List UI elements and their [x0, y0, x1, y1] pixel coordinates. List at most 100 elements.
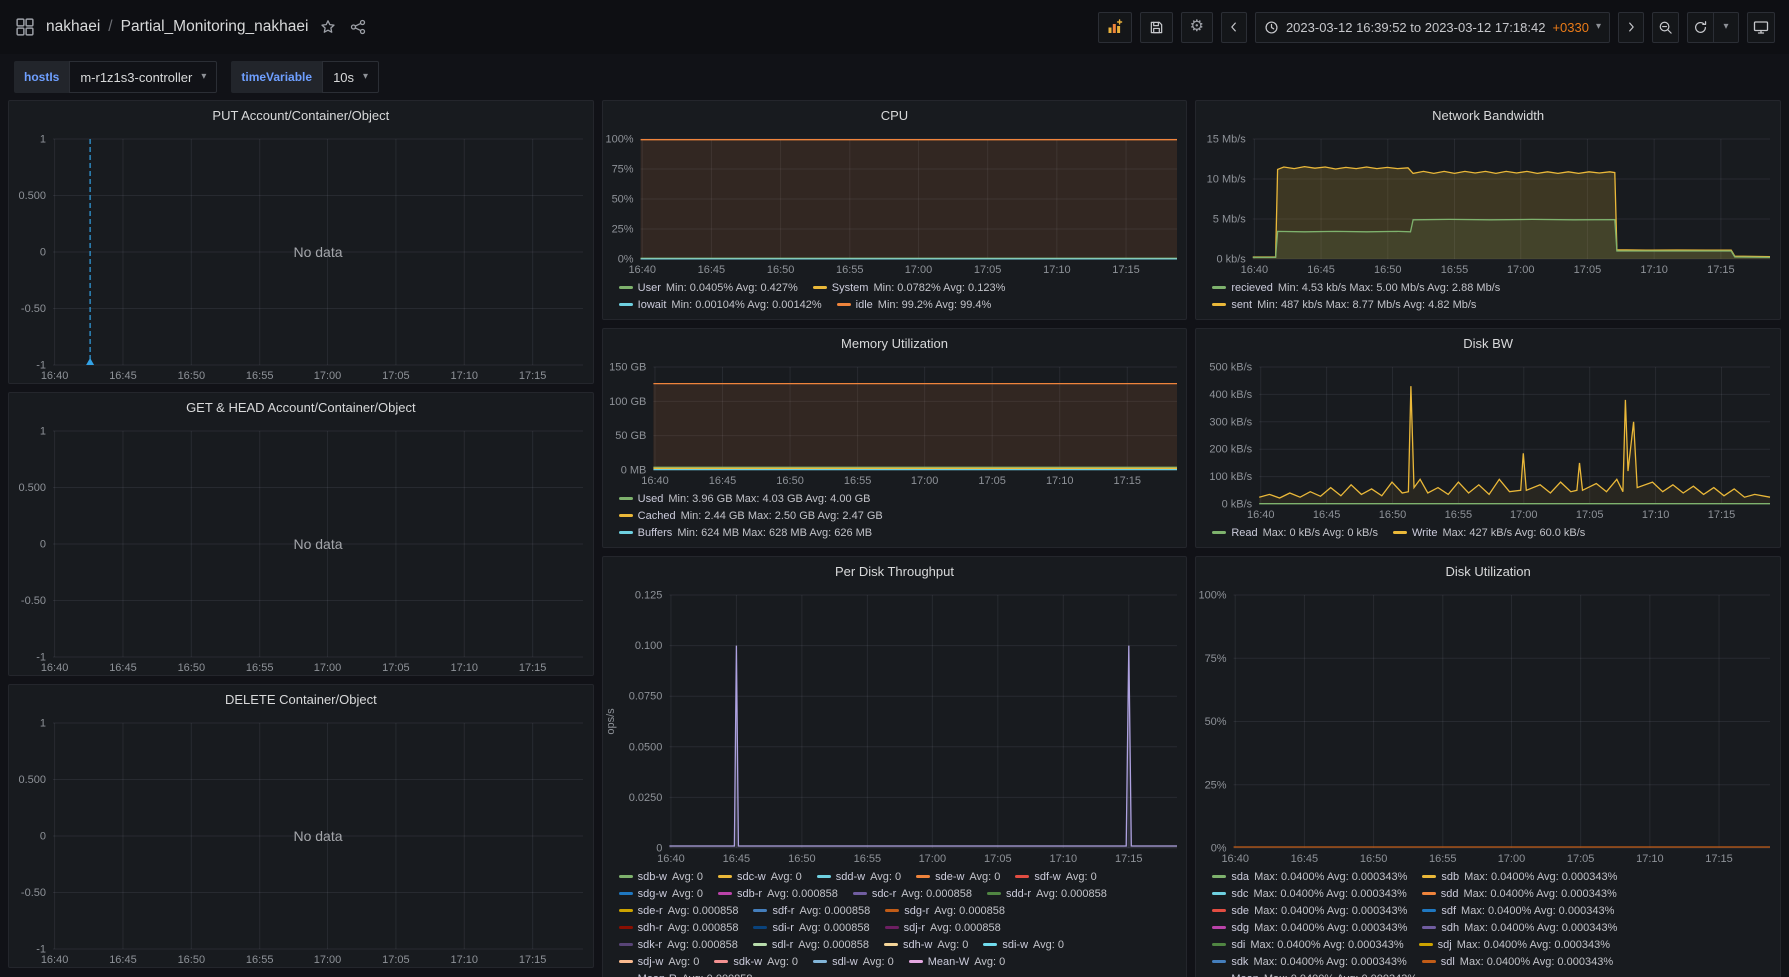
legend-item-sdh-r[interactable]: sdh-r Avg: 0.000858 [618, 922, 738, 934]
save-dashboard-button[interactable] [1139, 11, 1173, 43]
annotation-marker [86, 358, 95, 365]
cycle-view-mode-button[interactable] [1747, 11, 1775, 43]
legend-item-Buffers[interactable]: Buffers Min: 624 MB Max: 628 MB Avg: 626 … [618, 527, 872, 539]
dashboard-settings-button[interactable]: ⚙ [1180, 11, 1213, 43]
legend-item-Mean-R[interactable]: Mean-R Avg: 0.000858 [619, 973, 753, 977]
series-name: Iowait [637, 298, 667, 311]
refresh-interval-dropdown[interactable]: ▾ [1713, 11, 1739, 43]
legend-item-System[interactable]: System Min: 0.0782% Avg: 0.123% [812, 282, 1005, 294]
legend-item-sde-w[interactable]: sde-w Avg: 0 [916, 871, 1000, 883]
delete-chart[interactable]: 1 0.500 0 -0.50 -1 16:40 16:45 16:50 16:55 17:00 1… [9, 713, 593, 967]
breadcrumb-dashboard-title[interactable]: Partial_Monitoring_nakhaei [121, 18, 309, 36]
legend-item-sdb-w[interactable]: sdb-w Avg: 0 [618, 871, 703, 883]
legend-item-sdl-r[interactable]: sdl-r Avg: 0.000858 [752, 939, 869, 951]
legend-item-sdj-r[interactable]: sdj-r Avg: 0.000858 [884, 922, 1001, 934]
series-stats: Max: 0.0400% Avg: 0.000343% [1464, 921, 1618, 934]
legend-row: sdb-w Avg: 0 sdc-w Avg: 0 sdd-w Avg: 0 sde-w Av… [618, 868, 1183, 885]
refresh-button[interactable] [1687, 11, 1713, 43]
add-panel-button[interactable] [1097, 11, 1132, 43]
legend-item-Iowait[interactable]: Iowait Min: 0.00104% Avg: 0.00142% [618, 298, 822, 311]
legend-item-idle[interactable]: idle Min: 99.2% Avg: 99.4% [836, 299, 991, 311]
disk-utilization-chart[interactable]: 0% 25% 50% 75% 100% 16:40 16:45 16:50 16:55 17:00… [1196, 585, 1780, 866]
legend-item-sdk[interactable]: sdk Max: 0.0400% Avg: 0.000343% [1212, 956, 1407, 968]
series-name: sdb [1441, 870, 1460, 883]
cpu-legend: User Min: 0.0405% Avg: 0.427% System Min: 0… [603, 277, 1187, 319]
legend-item-sdf[interactable]: sdf Max: 0.0400% Avg: 0.000343% [1422, 905, 1614, 917]
clock-icon [1265, 20, 1278, 34]
svg-text:17:10: 17:10 [1049, 853, 1077, 865]
network-bandwidth-chart[interactable]: 0 kb/s 5 Mb/s 10 Mb/s 15 Mb/s 16:40 16:45 16:5… [1196, 129, 1780, 277]
legend-item-sdl[interactable]: sdl Max: 0.0400% Avg: 0.000343% [1421, 956, 1613, 968]
breadcrumb-folder[interactable]: nakhaei [46, 18, 100, 36]
legend-item-recieved[interactable]: recieved Min: 4.53 kb/s Max: 5.00 Mb/s Av… [1212, 282, 1500, 294]
panel-title-delete[interactable]: DELETE Container/Object [9, 685, 593, 713]
legend-item-sdj-w[interactable]: sdj-w Avg: 0 [618, 956, 699, 968]
legend-item-sde[interactable]: sde Max: 0.0400% Avg: 0.000343% [1212, 905, 1407, 917]
panel-title-network-bandwidth[interactable]: Network Bandwidth [1196, 101, 1780, 129]
time-range-picker[interactable]: 2023-03-12 16:39:52 to 2023-03-12 17:18:… [1254, 11, 1610, 43]
panel-title-memory[interactable]: Memory Utilization [603, 329, 1187, 357]
svg-text:16:50: 16:50 [766, 264, 794, 276]
legend-item-sdd-w[interactable]: sdd-w Avg: 0 [816, 871, 901, 883]
series-stats: Max: 0.0400% Avg: 0.000343% [1254, 870, 1408, 883]
legend-item-sdb-r[interactable]: sdb-r Avg: 0.000858 [718, 888, 838, 900]
share-icon[interactable] [348, 17, 368, 37]
series-color-swatch [618, 909, 633, 912]
legend-item-sdi-w[interactable]: sdi-w Avg: 0 [983, 939, 1064, 951]
series-stats: Avg: 0.000858 [934, 904, 1006, 917]
time-range-back-button[interactable] [1220, 11, 1247, 43]
dashboards-grid-icon[interactable] [14, 16, 36, 38]
legend-item-sdg-r[interactable]: sdg-r Avg: 0.000858 [885, 905, 1005, 917]
legend-item-sent[interactable]: sent Min: 487 kb/s Max: 8.77 Mb/s Avg: 4.… [1212, 299, 1476, 311]
legend-item-sdb[interactable]: sdb Max: 0.0400% Avg: 0.000343% [1422, 871, 1617, 883]
legend-item-sdi-r[interactable]: sdi-r Avg: 0.000858 [753, 922, 870, 934]
zoom-out-button[interactable] [1652, 11, 1679, 43]
legend-item-User[interactable]: User Min: 0.0405% Avg: 0.427% [618, 282, 798, 294]
legend-item-sdg[interactable]: sdg Max: 0.0400% Avg: 0.000343% [1212, 922, 1407, 934]
get-head-chart[interactable]: 1 0.500 0 -0.50 -1 16:40 16:45 16:50 16:55 17:00 1… [9, 421, 593, 675]
legend-item-sdf-r[interactable]: sdf-r Avg: 0.000858 [753, 905, 870, 917]
panel-title-put[interactable]: PUT Account/Container/Object [9, 101, 593, 129]
legend-item-Write[interactable]: Write Max: 427 kB/s Avg: 60.0 kB/s [1392, 527, 1585, 539]
legend-item-sdh[interactable]: sdh Max: 0.0400% Avg: 0.000343% [1422, 922, 1617, 934]
legend-item-sdl-w[interactable]: sdl-w Avg: 0 [813, 956, 894, 968]
legend-item-Cached[interactable]: Cached Min: 2.44 GB Max: 2.50 GB Avg: 2.4… [618, 510, 883, 522]
legend-item-Mean[interactable]: Mean Max: 0.0400% Avg: 0.000343% [1212, 973, 1417, 977]
legend-item-sdg-w[interactable]: sdg-w Avg: 0 [618, 888, 703, 900]
legend-item-sde-r[interactable]: sde-r Avg: 0.000858 [618, 905, 738, 917]
cpu-chart[interactable]: 0% 25% 50% 75% 100% 16:40 16:45 16:50 16:55 17:00… [603, 129, 1187, 277]
panel-title-per-disk-throughput[interactable]: Per Disk Throughput [603, 557, 1187, 585]
legend-item-sdc-r[interactable]: sdc-r Avg: 0.000858 [852, 888, 972, 900]
star-icon[interactable] [318, 17, 338, 37]
legend-item-Mean-W[interactable]: Mean-W Avg: 0 [908, 956, 1005, 968]
legend-item-sdh-w[interactable]: sdh-w Avg: 0 [884, 939, 968, 951]
series-color-swatch [618, 514, 633, 517]
caret-down-icon: ▾ [363, 71, 369, 82]
panel-title-get-head[interactable]: GET & HEAD Account/Container/Object [9, 393, 593, 421]
legend-item-sdc-w[interactable]: sdc-w Avg: 0 [718, 871, 802, 883]
variable-time-select[interactable]: 10s ▾ [322, 61, 380, 93]
variable-host-select[interactable]: m-r1z1s3-controller ▾ [69, 61, 218, 93]
legend-item-sdd-r[interactable]: sdd-r Avg: 0.000858 [987, 888, 1107, 900]
legend-item-sdk-r[interactable]: sdk-r Avg: 0.000858 [618, 939, 738, 951]
panel-title-cpu[interactable]: CPU [603, 101, 1187, 129]
disk-bw-chart[interactable]: 0 kB/s 100 kB/s 200 kB/s 300 kB/s 400 kB/s 50… [1196, 357, 1780, 522]
legend-item-sdk-w[interactable]: sdk-w Avg: 0 [714, 956, 798, 968]
legend-item-sdi[interactable]: sdi Max: 0.0400% Avg: 0.000343% [1212, 939, 1404, 951]
time-range-forward-button[interactable] [1618, 11, 1644, 43]
legend-item-sda[interactable]: sda Max: 0.0400% Avg: 0.000343% [1212, 871, 1407, 883]
panel-title-disk-utilization[interactable]: Disk Utilization [1196, 557, 1780, 585]
put-chart[interactable]: 1 0.500 0 -0.50 -1 16:40 16:45 16:50 16:55 17:00 1… [9, 129, 593, 383]
series-name: Used [637, 492, 664, 505]
legend-item-Used[interactable]: Used Min: 3.96 GB Max: 4.03 GB Avg: 4.00 … [618, 492, 871, 505]
legend-item-sdc[interactable]: sdc Max: 0.0400% Avg: 0.000343% [1212, 888, 1407, 900]
legend-item-sdf-w[interactable]: sdf-w Avg: 0 [1015, 871, 1097, 883]
panel-title-disk-bw[interactable]: Disk BW [1196, 329, 1780, 357]
panel-delete: DELETE Container/Object 1 0.500 0 -0.50 -1 16… [8, 684, 594, 968]
legend-item-Read[interactable]: Read Max: 0 kB/s Avg: 0 kB/s [1212, 527, 1378, 539]
variable-host-value: m-r1z1s3-controller [80, 69, 193, 85]
legend-item-sdj[interactable]: sdj Max: 0.0400% Avg: 0.000343% [1418, 939, 1610, 951]
memory-chart[interactable]: 0 MB 50 GB 100 GB 150 GB 16:40 16:45 16:50 16:5… [603, 357, 1187, 488]
per-disk-throughput-chart[interactable]: 0 0.0250 0.0500 0.0750 0.100 0.125 16:40 16:45 1… [603, 585, 1187, 866]
legend-item-sdd[interactable]: sdd Max: 0.0400% Avg: 0.000343% [1421, 888, 1617, 900]
